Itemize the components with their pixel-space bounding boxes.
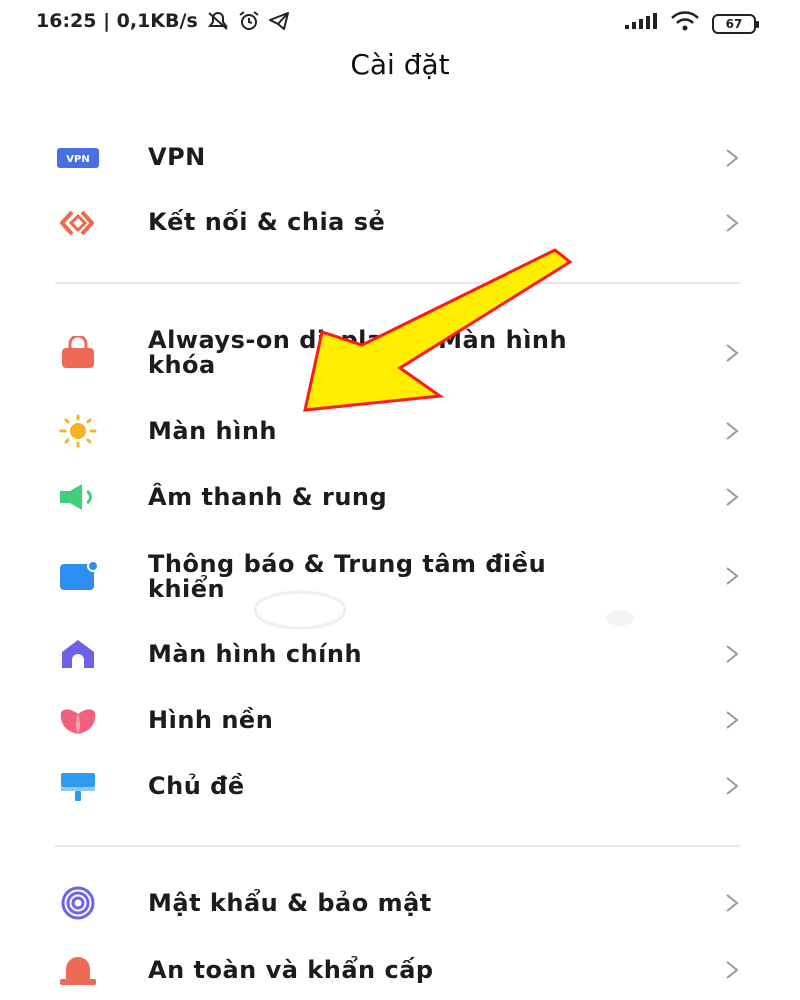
chevron-right-icon [722, 148, 742, 168]
chevron-right-icon [722, 487, 742, 507]
status-bar: 16:25 | 0,1KB/s 67 [0, 0, 800, 44]
settings-item-display[interactable]: Màn hình [0, 413, 800, 449]
settings-item-label: Chủ đề [148, 772, 245, 800]
home-icon [55, 636, 101, 672]
chevron-right-icon [722, 776, 742, 796]
status-right: 67 [624, 10, 759, 37]
settings-item-safety-emergency[interactable]: An toàn và khẩn cấp [0, 952, 800, 988]
settings-item-themes[interactable]: Chủ đề [0, 768, 800, 804]
settings-item-label: Màn hình [148, 417, 278, 445]
chevron-right-icon [722, 213, 742, 233]
settings-item-connection-sharing[interactable]: Kết nối & chia sẻ [0, 205, 800, 241]
settings-item-label-line1: Thông báo & Trung tâm điều [148, 550, 547, 578]
fingerprint-target-icon [55, 885, 101, 921]
settings-item-label: Âm thanh & rung [148, 483, 388, 511]
vpn-icon: VPN [55, 140, 101, 176]
settings-item-label: An toàn và khẩn cấp [148, 956, 434, 984]
chevron-right-icon [722, 710, 742, 730]
section-divider [55, 282, 740, 284]
settings-item-label: Always-on display & Màn hình khóa [148, 328, 668, 378]
notification-icon [55, 558, 101, 594]
muted-alarm-icon [206, 11, 230, 31]
status-time-speed: 16:25 | 0,1KB/s [36, 10, 198, 32]
settings-item-home-screen[interactable]: Màn hình chính [0, 636, 800, 672]
chevron-right-icon [722, 893, 742, 913]
telegram-icon [268, 11, 290, 31]
settings-item-always-on-display[interactable]: Always-on display & Màn hình khóa [0, 325, 800, 381]
paint-roller-icon [55, 768, 101, 804]
settings-item-label: Mật khẩu & bảo mật [148, 889, 432, 917]
settings-item-label: Kết nối & chia sẻ [148, 208, 386, 236]
settings-item-sound[interactable]: Âm thanh & rung [0, 479, 800, 515]
page-title: Cài đặt [350, 48, 450, 81]
settings-item-label: Màn hình chính [148, 640, 363, 668]
settings-item-label: Hình nền [148, 706, 274, 734]
flower-icon [55, 702, 101, 738]
settings-item-label-line1: Always-on display & Màn hình [148, 326, 568, 354]
chevron-right-icon [722, 960, 742, 980]
settings-item-label: VPN [148, 143, 206, 171]
lock-icon [55, 335, 101, 371]
settings-item-label-line2: khóa [148, 351, 216, 379]
battery-icon: 67 [712, 13, 759, 34]
settings-item-wallpaper[interactable]: Hình nền [0, 702, 800, 738]
svg-text:VPN: VPN [66, 154, 89, 165]
settings-item-vpn[interactable]: VPN VPN [0, 140, 800, 176]
speaker-icon [55, 479, 101, 515]
watermark-logo [240, 588, 640, 633]
chevron-right-icon [722, 566, 742, 586]
signal-icon [624, 12, 658, 35]
chevron-right-icon [722, 343, 742, 363]
settings-item-passwords-security[interactable]: Mật khẩu & bảo mật [0, 885, 800, 921]
emergency-light-icon [55, 952, 101, 988]
section-divider [55, 845, 740, 847]
sun-icon [55, 413, 101, 449]
wifi-icon [670, 10, 700, 37]
connection-sharing-icon [55, 205, 101, 241]
chevron-right-icon [722, 421, 742, 441]
status-left: 16:25 | 0,1KB/s [36, 10, 290, 32]
alarm-clock-icon [238, 11, 260, 31]
chevron-right-icon [722, 644, 742, 664]
